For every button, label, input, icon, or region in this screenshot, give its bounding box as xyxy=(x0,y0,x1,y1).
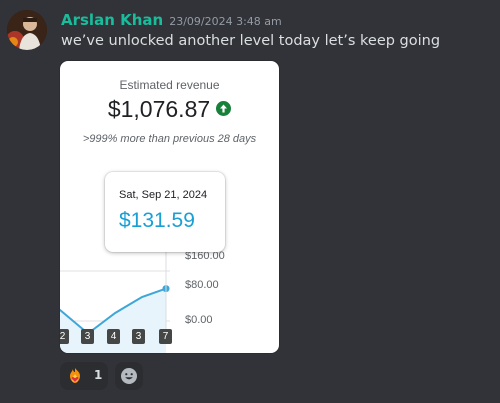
fire-heart-icon xyxy=(70,368,80,383)
message-header: Arslan Khan 23/09/2024 3:48 am xyxy=(61,10,282,30)
smiley-add-icon xyxy=(121,368,137,384)
arrow-up-icon xyxy=(216,101,232,116)
chart-tooltip: Sat, Sep 21, 2024 $131.59 xyxy=(105,172,225,252)
x-tick-label: 3 xyxy=(132,329,145,344)
avatar[interactable] xyxy=(7,10,47,50)
y-axis-label-80: $80.00 xyxy=(185,279,219,291)
message-text: we’ve unlocked another level today let’s… xyxy=(61,33,441,49)
revenue-card-image[interactable]: Estimated revenue $1,076.87 >999% more t… xyxy=(60,61,279,353)
revenue-value: $1,076.87 xyxy=(107,96,211,122)
revenue-row: $1,076.87 xyxy=(60,96,279,123)
add-reaction-button[interactable] xyxy=(115,362,143,390)
estimated-revenue-label: Estimated revenue xyxy=(119,78,220,92)
tooltip-value: $131.59 xyxy=(119,209,195,232)
message-timestamp: 23/09/2024 3:48 am xyxy=(169,15,282,28)
x-tick-label: 4 xyxy=(107,329,120,344)
reaction-count: 1 xyxy=(94,368,103,382)
reaction-fire-heart[interactable]: 1 xyxy=(60,362,108,390)
x-tick-label: 3 xyxy=(81,329,94,344)
x-tick-label: 2 xyxy=(60,329,69,344)
author-name[interactable]: Arslan Khan xyxy=(61,11,163,29)
x-tick-label: 7 xyxy=(159,329,172,344)
y-axis-label-0: $0.00 xyxy=(185,314,213,326)
comparison-text: >999% more than previous 28 days xyxy=(82,133,257,145)
tooltip-date: Sat, Sep 21, 2024 xyxy=(119,189,208,201)
